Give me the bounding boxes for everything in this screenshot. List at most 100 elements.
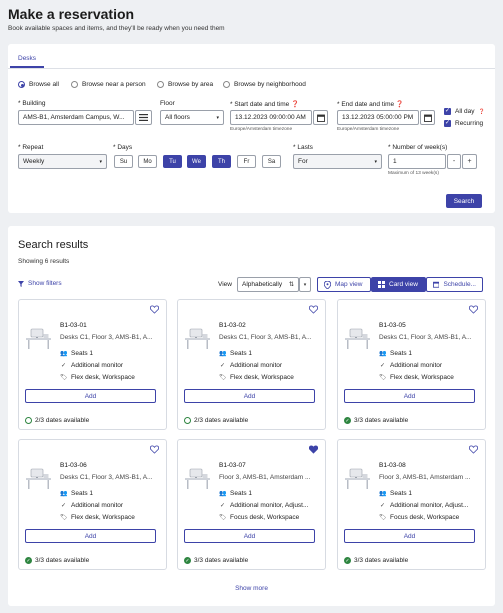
- favorite-heart-icon[interactable]: [309, 445, 318, 454]
- checkmark-icon: ✓: [60, 503, 67, 509]
- feature-row: ✓ Additional monitor: [219, 362, 283, 369]
- search-button[interactable]: Search: [446, 194, 482, 208]
- building-list-button[interactable]: [135, 110, 152, 125]
- radio-label: Browse by neighborhood: [234, 81, 306, 88]
- grid-icon: [378, 281, 385, 288]
- weeks-increment-button[interactable]: +: [462, 154, 477, 169]
- end-date-input[interactable]: 13.12.2023 05:00:00 PM: [337, 110, 419, 125]
- lasts-select[interactable]: For ▾: [293, 154, 382, 169]
- favorite-heart-icon[interactable]: [150, 445, 159, 454]
- tags-row: 🏷 Focus desk, Workspace: [379, 514, 460, 521]
- add-button[interactable]: Add: [184, 529, 315, 543]
- desk-card[interactable]: B1-03-07 Floor 3, AMS-B1, Amsterdam ... …: [177, 439, 326, 570]
- radio-label: Browse near a person: [82, 81, 146, 88]
- sort-dropdown-button[interactable]: ▾: [299, 277, 311, 292]
- availability-status: 2/3 dates available: [184, 417, 248, 424]
- seats-row: 👥 Seats 1: [379, 490, 413, 497]
- building-input[interactable]: AMS-B1, Amsterdam Campus, W...: [18, 110, 134, 125]
- favorite-heart-icon[interactable]: [309, 305, 318, 314]
- weeks-input[interactable]: 1: [388, 154, 446, 169]
- chevron-down-icon: ▾: [374, 158, 377, 165]
- day-toggle-tu[interactable]: Tu: [163, 155, 182, 168]
- map-view-button[interactable]: Map view: [317, 277, 371, 292]
- favorite-heart-icon[interactable]: [469, 445, 478, 454]
- seat-icon: 👥: [60, 351, 68, 357]
- radio-dot: [223, 81, 230, 88]
- availability-check-icon: [184, 417, 191, 424]
- add-button[interactable]: Add: [25, 389, 156, 403]
- calendar-icon: [316, 114, 325, 122]
- day-toggle-we[interactable]: We: [187, 155, 206, 168]
- seats-row: 👥 Seats 1: [219, 490, 253, 497]
- desk-card[interactable]: B1-03-02 Desks C1, Floor 3, AMS-B1, A...…: [177, 299, 326, 430]
- checkmark-icon: ✓: [219, 363, 226, 369]
- end-date-calendar-button[interactable]: [420, 110, 435, 125]
- radio-browse-near-person[interactable]: Browse near a person: [71, 81, 146, 88]
- show-filters-link[interactable]: Show filters: [18, 280, 62, 287]
- day-toggle-sa[interactable]: Sa: [262, 155, 281, 168]
- all-day-checkbox[interactable]: ✓ All day ❓: [444, 108, 485, 115]
- radio-dot: [18, 81, 25, 88]
- seats-row: 👥 Seats 1: [60, 490, 94, 497]
- tag-icon: 🏷: [219, 375, 227, 381]
- weeks-decrement-button[interactable]: -: [447, 154, 461, 169]
- add-button[interactable]: Add: [344, 529, 475, 543]
- favorite-heart-icon[interactable]: [150, 305, 159, 314]
- tag-icon: 🏷: [379, 515, 387, 521]
- schedule-view-button[interactable]: Schedule...: [426, 277, 483, 292]
- desk-thumbnail-icon: [185, 328, 210, 349]
- add-button[interactable]: Add: [344, 389, 475, 403]
- availability-check-icon: ✓: [184, 557, 191, 564]
- chevron-down-icon: ▾: [216, 114, 219, 121]
- check-icon: ✓: [444, 120, 451, 127]
- radio-browse-by-neighborhood[interactable]: Browse by neighborhood: [223, 81, 306, 88]
- repeat-label: * Repeat: [18, 144, 44, 151]
- results-count: Showing 6 results: [18, 258, 70, 265]
- day-toggle-su[interactable]: Su: [114, 155, 133, 168]
- availability-check-icon: ✓: [344, 417, 351, 424]
- tags-row: 🏷 Focus desk, Workspace: [219, 514, 300, 521]
- start-date-input[interactable]: 13.12.2023 09:00:00 AM: [230, 110, 312, 125]
- day-toggle-fr[interactable]: Fr: [237, 155, 256, 168]
- days-label: * Days: [113, 144, 133, 151]
- desk-card[interactable]: B1-03-06 Desks C1, Floor 3, AMS-B1, A...…: [18, 439, 167, 570]
- desk-card[interactable]: B1-03-01 Desks C1, Floor 3, AMS-B1, A...…: [18, 299, 167, 430]
- show-more-link[interactable]: Show more: [0, 585, 503, 592]
- feature-row: ✓ Additional monitor: [379, 362, 443, 369]
- calendar-icon: [433, 281, 440, 288]
- radio-dot: [157, 81, 164, 88]
- sort-select[interactable]: Alphabetically ⇅: [237, 277, 299, 292]
- chevron-down-icon: ▾: [303, 281, 307, 288]
- seats-row: 👥 Seats 1: [379, 350, 413, 357]
- recurring-checkbox[interactable]: ✓ Recurring: [444, 120, 483, 127]
- desk-location: Desks C1, Floor 3, AMS-B1, A...: [219, 334, 312, 341]
- day-toggle-th[interactable]: Th: [212, 155, 231, 168]
- availability-check-icon: ✓: [25, 557, 32, 564]
- help-icon: ❓: [478, 108, 485, 115]
- add-button[interactable]: Add: [184, 389, 315, 403]
- favorite-heart-icon[interactable]: [469, 305, 478, 314]
- radio-dot: [71, 81, 78, 88]
- desk-thumbnail-icon: [185, 468, 210, 489]
- start-date-calendar-button[interactable]: [313, 110, 328, 125]
- add-button[interactable]: Add: [25, 529, 156, 543]
- calendar-icon: [423, 114, 432, 122]
- tag-icon: 🏷: [60, 375, 68, 381]
- page-title: Make a reservation: [8, 6, 135, 22]
- card-view-button[interactable]: Card view: [371, 277, 426, 292]
- availability-status: 2/3 dates available: [25, 417, 89, 424]
- radio-browse-all[interactable]: Browse all: [18, 81, 59, 88]
- day-toggle-mo[interactable]: Mo: [138, 155, 157, 168]
- desk-card[interactable]: B1-03-05 Desks C1, Floor 3, AMS-B1, A...…: [337, 299, 486, 430]
- tab-desks[interactable]: Desks: [18, 55, 36, 62]
- weeks-hint: Maximum of 13 week(s): [388, 171, 439, 176]
- desk-card[interactable]: B1-03-08 Floor 3, AMS-B1, Amsterdam ... …: [337, 439, 486, 570]
- page-subtitle: Book available spaces and items, and the…: [8, 25, 225, 32]
- repeat-select[interactable]: Weekly ▾: [18, 154, 107, 169]
- checkmark-icon: ✓: [379, 503, 386, 509]
- checkmark-icon: ✓: [379, 363, 386, 369]
- map-pin-icon: [324, 280, 331, 289]
- radio-browse-by-area[interactable]: Browse by area: [157, 81, 213, 88]
- floor-select[interactable]: All floors ▾: [160, 110, 224, 125]
- end-date-label: * End date and time ❓: [337, 101, 405, 108]
